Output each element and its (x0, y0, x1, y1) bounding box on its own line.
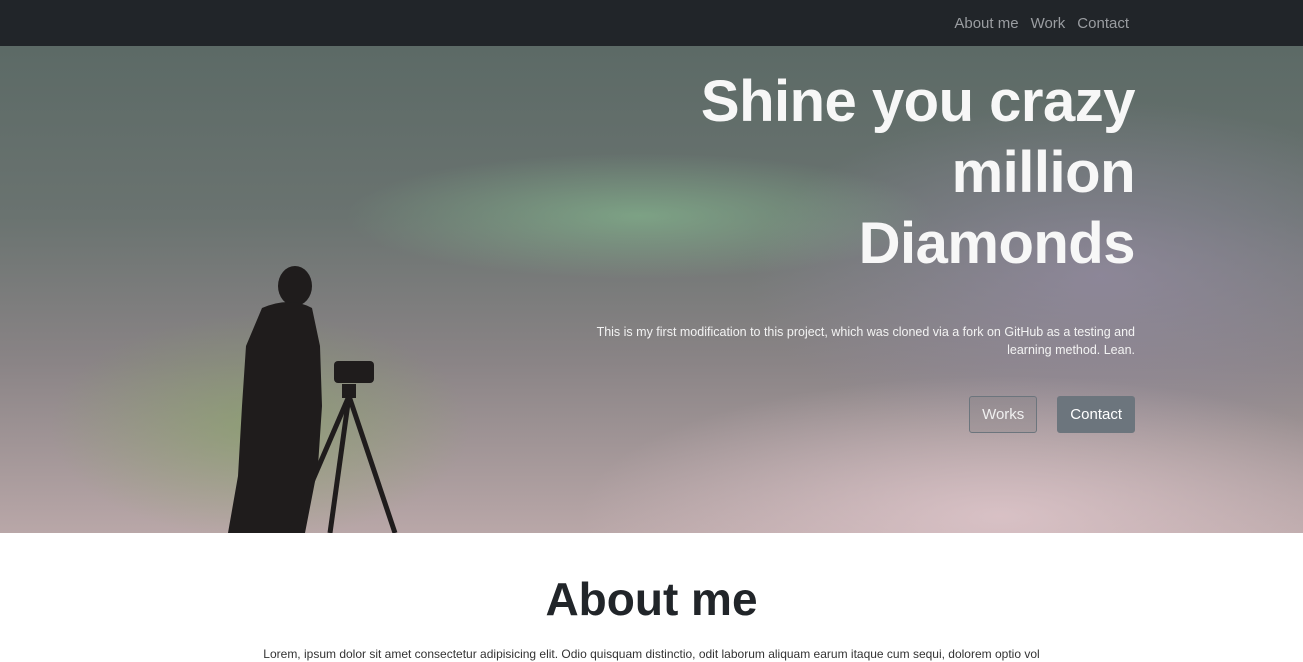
hero-subtitle-line: This is my first modification to this pr… (596, 325, 1135, 339)
about-section: About me Lorem, ipsum dolor sit amet con… (0, 533, 1303, 662)
nav-link-contact[interactable]: Contact (1077, 15, 1129, 32)
hero-title-line: Diamonds (858, 211, 1136, 276)
top-navbar: About me Work Contact (0, 0, 1303, 46)
nav-link-about[interactable]: About me (954, 15, 1018, 32)
hero-title-line: Shine you crazy (700, 69, 1136, 134)
hero-subtitle-line: learning method. Lean. (1007, 343, 1135, 357)
contact-button[interactable]: Contact (1057, 396, 1135, 433)
works-button[interactable]: Works (969, 396, 1038, 433)
nav-links: About me Work Contact (954, 0, 1129, 46)
hero-section: Shine you crazy million Diamonds This is… (0, 46, 1303, 533)
hero-content: Shine you crazy million Diamonds This is… (575, 66, 1136, 433)
hero-buttons: Works Contact (575, 396, 1135, 433)
hero-title: Shine you crazy million Diamonds (575, 66, 1136, 279)
about-title: About me (545, 573, 758, 625)
about-text: Lorem, ipsum dolor sit amet consectetur … (263, 647, 1040, 661)
hero-subtitle: This is my first modification to this pr… (575, 323, 1135, 359)
nav-link-work[interactable]: Work (1031, 15, 1066, 32)
hero-title-line: million (951, 140, 1136, 205)
